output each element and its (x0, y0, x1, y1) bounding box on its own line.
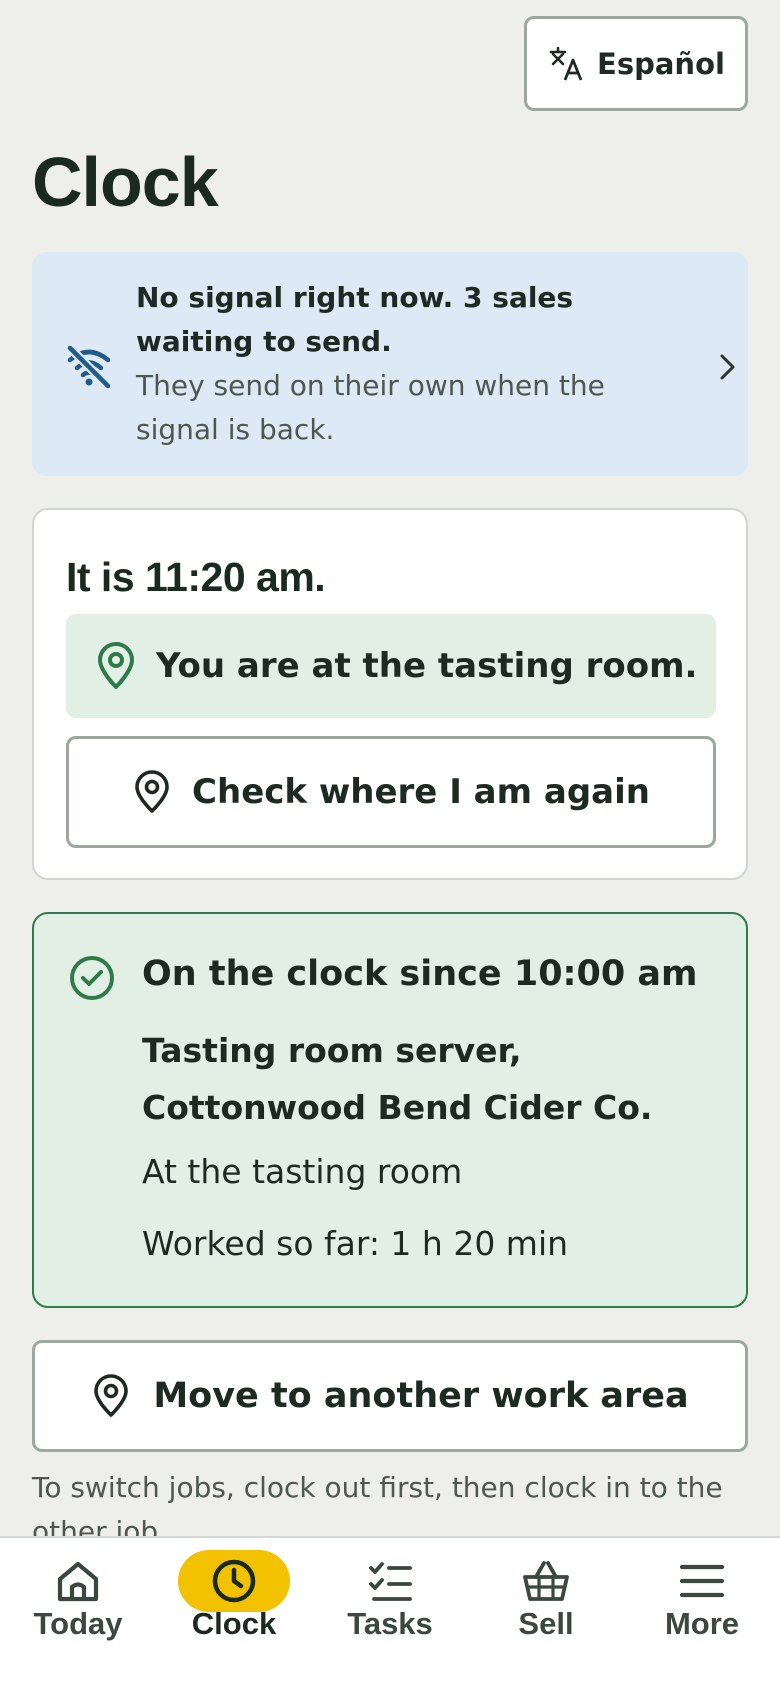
translate-icon (549, 46, 583, 81)
clock-since: On the clock since 10:00 am (142, 954, 698, 994)
page-title: Clock (32, 143, 219, 221)
nav-item-tasks[interactable]: Tasks (312, 1538, 468, 1688)
home-icon (57, 1561, 99, 1602)
offline-banner-title: No signal right now. 3 sales waiting to … (136, 281, 574, 358)
check-location-label: Check where I am again (192, 772, 650, 812)
menu-icon (679, 1564, 725, 1598)
nav-item-clock[interactable]: Clock (156, 1538, 312, 1688)
language-button[interactable]: Español (524, 16, 748, 111)
offline-banner[interactable]: No signal right now. 3 sales waiting to … (32, 252, 748, 476)
nav-label: Today (33, 1606, 123, 1641)
move-work-area-button[interactable]: Move to another work area (32, 1340, 748, 1452)
work-area: At the tasting room (142, 1152, 463, 1191)
bottom-nav: Today Clock Tasks Sell More (0, 1536, 780, 1688)
location-pin-icon (98, 642, 134, 689)
worked-duration: Worked so far: 1 h 20 min (142, 1224, 569, 1263)
time-card: It is 11:20 am. You are at the tasting r… (32, 508, 748, 880)
location-pin-icon (94, 1374, 129, 1417)
language-label: Español (597, 46, 725, 81)
clock-icon (212, 1559, 256, 1603)
nav-label: Clock (191, 1606, 277, 1641)
move-work-area-label: Move to another work area (153, 1376, 689, 1416)
current-time: It is 11:20 am. (66, 554, 326, 600)
checklist-icon (369, 1562, 412, 1601)
nav-item-sell[interactable]: Sell (468, 1538, 624, 1688)
check-location-button[interactable]: Check where I am again (66, 736, 716, 848)
location-status: You are at the tasting room. (66, 614, 716, 718)
offline-banner-subtitle: They send on their own when the signal i… (136, 369, 605, 446)
wifi-off-icon (65, 343, 113, 391)
nav-item-more[interactable]: More (624, 1538, 780, 1688)
nav-label: Sell (518, 1606, 574, 1641)
job-name: Tasting room server, Cottonwood Bend Cid… (142, 1031, 653, 1127)
nav-item-today[interactable]: Today (0, 1538, 156, 1688)
nav-label: Tasks (347, 1606, 433, 1641)
switch-jobs-hint: To switch jobs, clock out first, then cl… (32, 1471, 723, 1536)
location-pin-icon (135, 770, 169, 813)
basket-icon (523, 1561, 569, 1601)
location-status-text: You are at the tasting room. (156, 646, 698, 686)
nav-label: More (664, 1606, 740, 1641)
main-content: Español Clock No signal right now. 3 sal… (0, 0, 780, 1536)
check-circle-icon (70, 956, 114, 1000)
chevron-right-icon (720, 354, 735, 380)
clock-status-card: On the clock since 10:00 am Tasting room… (32, 912, 748, 1308)
